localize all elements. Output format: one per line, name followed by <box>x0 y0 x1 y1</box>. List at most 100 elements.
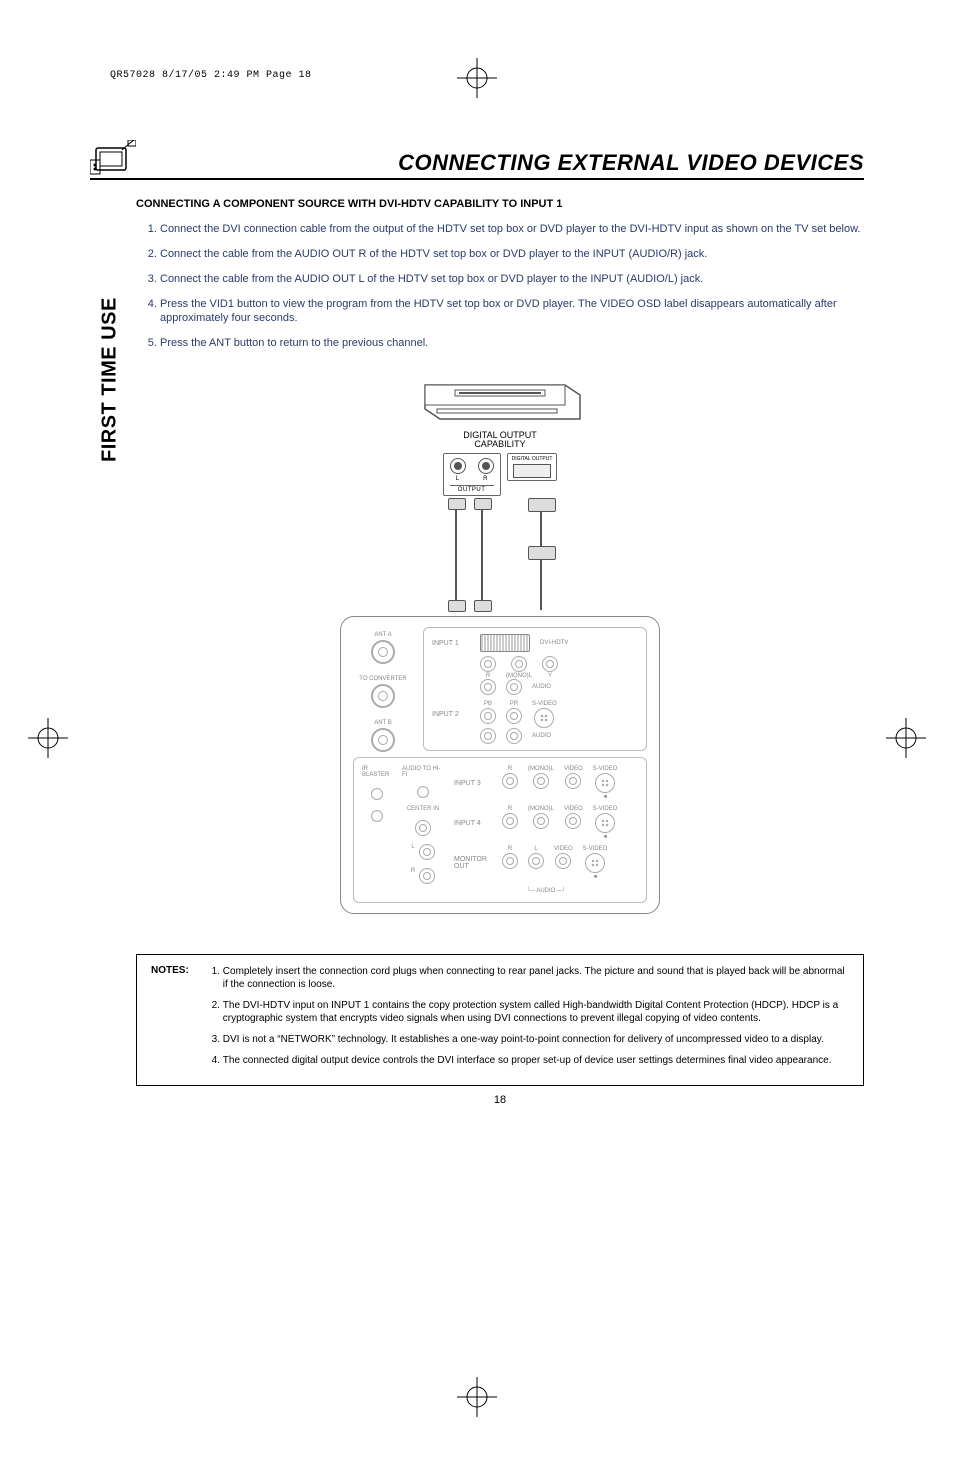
dvi-port-icon <box>480 634 530 652</box>
rca-port-icon <box>533 813 549 829</box>
step-item: Press the ANT button to return to the pr… <box>160 336 864 351</box>
input-label: MONITOR OUT <box>454 856 492 870</box>
port-label: R <box>411 868 415 884</box>
digital-output-label: DIGITAL OUTPUT <box>512 456 553 462</box>
port-label: R <box>508 846 512 852</box>
source-device-icon <box>415 377 585 427</box>
tv-setup-icon <box>90 140 136 176</box>
input-label: INPUT 1 <box>432 640 470 647</box>
rca-port-icon <box>565 813 581 829</box>
rca-port-icon <box>480 728 496 744</box>
page: QR57028 8/17/05 2:49 PM Page 18 CONNECTI… <box>0 0 954 1475</box>
rca-port-icon <box>506 679 522 695</box>
registration-mark-icon <box>457 1377 497 1417</box>
audio-cable-icon <box>478 500 486 610</box>
notes-list: Completely insert the connection cord pl… <box>203 965 849 1075</box>
port-label: VIDEO <box>564 766 583 772</box>
sub-heading: CONNECTING A COMPONENT SOURCE WITH DVI-H… <box>136 198 864 210</box>
spine-info: QR57028 8/17/05 2:49 PM Page 18 <box>110 70 312 81</box>
rca-port-icon <box>528 853 544 869</box>
port-label: (MONO)L <box>528 766 554 772</box>
coax-port-icon <box>371 728 395 752</box>
port-label: AUDIO <box>532 733 551 739</box>
coax-port-icon <box>371 684 395 708</box>
digital-output-group: DIGITAL OUTPUT <box>507 453 558 481</box>
port-label: IR BLASTER <box>362 766 392 778</box>
rca-port-icon <box>480 708 496 724</box>
rca-port-icon <box>502 813 518 829</box>
coax-port-icon <box>371 640 395 664</box>
device-output-panel: L R OUTPUT DIGITAL OUTPUT <box>400 453 600 496</box>
rca-port-icon <box>419 868 435 884</box>
svideo-port-icon <box>595 813 615 833</box>
port-label: (MONO)L <box>528 806 554 812</box>
port-label: L <box>411 844 414 860</box>
input1-block: INPUT 1 DVI-HDTV R (MONO)L Y <box>423 627 647 751</box>
note-item: The DVI-HDTV input on INPUT 1 contains t… <box>223 999 849 1025</box>
tv-rear-panel: ANT A TO CONVERTER ANT B INPUT 1 <box>340 616 660 914</box>
step-item: Connect the DVI connection cable from th… <box>160 222 864 237</box>
rca-port-icon <box>533 773 549 789</box>
port-label: AUDIO <box>532 684 551 690</box>
step-item: Press the VID1 button to view the progra… <box>160 297 864 327</box>
port-label: S-VIDEO <box>532 701 557 707</box>
notes-box: NOTES: Completely insert the connection … <box>136 954 864 1086</box>
port-label: CENTER IN <box>407 806 439 812</box>
steps-list: Connect the DVI connection cable from th… <box>136 222 864 351</box>
caption-line: CAPABILITY <box>474 439 525 449</box>
rca-port-icon <box>506 728 522 744</box>
jack-label: R <box>478 476 494 482</box>
mini-port-icon <box>417 786 429 798</box>
port-label: PB <box>484 701 492 707</box>
page-number: 18 <box>136 1094 864 1106</box>
dvi-cable-icon <box>534 500 548 610</box>
step-item: Connect the cable from the AUDIO OUT L o… <box>160 272 864 287</box>
rca-port-icon <box>555 853 571 869</box>
port-label: ANT A <box>374 632 391 638</box>
port-label: S-VIDEO <box>593 806 618 812</box>
rca-port-icon <box>502 853 518 869</box>
port-label: S-VIDEO <box>583 846 608 852</box>
port-label: S-VIDEO <box>593 766 618 772</box>
rca-port-icon <box>511 656 527 672</box>
connection-diagram: DIGITAL OUTPUT CAPABILITY L R OUTPUT DIG… <box>136 377 864 914</box>
port-label: AUDIO TO HI-FI <box>402 766 444 778</box>
note-item: The connected digital output device cont… <box>223 1054 849 1067</box>
audio-jack-l-icon <box>450 458 466 474</box>
rca-port-icon <box>415 820 431 836</box>
port-label: VIDEO <box>554 846 573 852</box>
input-label: INPUT 2 <box>432 711 470 718</box>
ir-blaster-group: IR BLASTER <box>362 766 392 894</box>
output-label: OUTPUT <box>450 485 494 493</box>
port-label: R <box>508 806 512 812</box>
section-tab: FIRST TIME USE <box>96 280 124 480</box>
port-label: L <box>534 846 537 852</box>
rca-port-icon <box>542 656 558 672</box>
svideo-port-icon <box>595 773 615 793</box>
dvi-connector-icon <box>513 464 551 478</box>
port-label: VIDEO <box>564 806 583 812</box>
ir-port-icon <box>371 788 383 800</box>
input-label: INPUT 4 <box>454 820 492 827</box>
content: CONNECTING A COMPONENT SOURCE WITH DVI-H… <box>136 198 864 1106</box>
step-item: Connect the cable from the AUDIO OUT R o… <box>160 247 864 262</box>
port-label: ANT B <box>374 720 392 726</box>
svideo-port-icon <box>585 853 605 873</box>
ir-port-icon <box>371 810 383 822</box>
port-label: TO CONVERTER <box>359 676 406 682</box>
audio-cable-icon <box>452 500 460 610</box>
rca-port-icon <box>480 679 496 695</box>
svideo-port-icon <box>534 708 554 728</box>
rca-port-icon <box>506 708 522 724</box>
audio-jack-r-icon <box>478 458 494 474</box>
audio-footer-label: └─ AUDIO ─┘ <box>454 888 638 894</box>
registration-mark-icon <box>886 718 926 758</box>
rca-port-icon <box>565 773 581 789</box>
header: CONNECTING EXTERNAL VIDEO DEVICES <box>90 140 864 180</box>
audio-output-group: L R OUTPUT <box>443 453 501 496</box>
page-title: CONNECTING EXTERNAL VIDEO DEVICES <box>398 150 864 176</box>
jack-label: L <box>450 476 466 482</box>
rca-port-icon <box>480 656 496 672</box>
registration-mark-icon <box>28 718 68 758</box>
cable-run <box>340 500 660 610</box>
